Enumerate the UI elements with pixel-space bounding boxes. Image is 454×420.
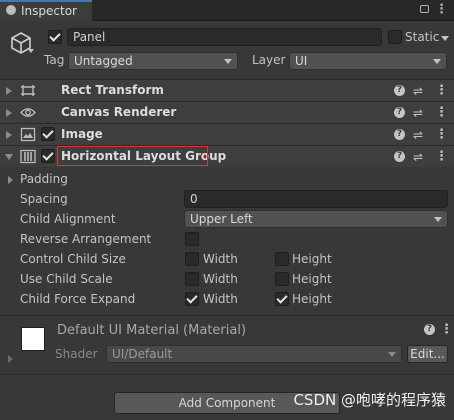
presets-icon[interactable]: ⇌ (413, 106, 423, 120)
kebab-menu-icon[interactable]: ⋮ (435, 2, 448, 17)
component-image[interactable]: Image ? ⇌ ⋮ (0, 123, 454, 145)
eye-icon (20, 108, 36, 117)
reverse-arrangement-label: Reverse Arrangement (20, 232, 152, 246)
use-child-scale-label: Use Child Scale (20, 272, 113, 286)
chevron-down-icon (433, 59, 441, 64)
material-foldout-arrow[interactable] (8, 355, 13, 363)
control-size-width-label: Width (203, 252, 238, 266)
layer-label: Layer (252, 53, 286, 67)
highlight-box (57, 146, 208, 166)
material-divider (0, 315, 454, 316)
child-alignment-label: Child Alignment (20, 212, 116, 226)
bottom-divider (0, 374, 454, 375)
component-actions: ? ⇌ ⋮ (394, 149, 448, 165)
foldout-arrow[interactable] (6, 131, 12, 139)
lock-icon[interactable] (420, 5, 429, 13)
foldout-arrow-expanded[interactable] (5, 154, 13, 160)
spacing-field[interactable]: 0 (184, 190, 448, 208)
use-scale-width-label: Width (203, 272, 238, 286)
material-actions: ? ⋮ (424, 322, 453, 338)
presets-icon[interactable]: ⇌ (413, 150, 423, 164)
tab-title: Inspector (21, 4, 77, 18)
static-checkbox[interactable] (388, 30, 402, 44)
help-icon[interactable]: ? (394, 107, 405, 118)
kebab-menu-icon[interactable]: ⋮ (435, 83, 448, 98)
chevron-down-icon (434, 217, 442, 222)
tab-bar: Inspector ⋮ (0, 0, 454, 21)
tag-value: Untagged (74, 54, 133, 68)
help-icon[interactable]: ? (394, 151, 405, 162)
component-title: Canvas Renderer (61, 105, 177, 119)
force-expand-width-label: Width (203, 292, 238, 306)
chevron-down-icon (388, 352, 396, 357)
shader-value: UI/Default (112, 347, 173, 361)
material-name: Default UI Material (Material) (57, 323, 247, 338)
control-size-height-label: Height (292, 252, 332, 266)
watermark: CSDN @咆哮的程序猿 (293, 391, 446, 409)
layer-dropdown[interactable]: UI (289, 52, 447, 70)
use-scale-width-checkbox[interactable] (185, 272, 199, 286)
tag-dropdown[interactable]: Untagged (68, 52, 238, 70)
child-alignment-dropdown[interactable]: Upper Left (184, 210, 448, 228)
material-preview[interactable] (21, 327, 45, 351)
control-child-size-label: Control Child Size (20, 252, 126, 266)
info-icon (6, 5, 16, 15)
component-actions: ? ⇌ ⋮ (394, 83, 448, 99)
component-enabled-checkbox[interactable] (41, 127, 55, 141)
tab-actions: ⋮ (420, 2, 448, 17)
reverse-arrangement-checkbox[interactable] (185, 232, 199, 246)
padding-foldout-arrow[interactable] (8, 176, 13, 184)
presets-icon[interactable]: ⇌ (413, 84, 423, 98)
foldout-arrow[interactable] (6, 109, 12, 117)
tag-label: Tag (44, 53, 65, 67)
control-size-width-checkbox[interactable] (185, 252, 199, 266)
edit-shader-button[interactable]: Edit... (407, 345, 448, 363)
force-expand-width-checkbox[interactable] (185, 292, 199, 306)
shader-label: Shader (55, 347, 98, 361)
help-icon[interactable]: ? (424, 324, 435, 335)
use-scale-height-checkbox[interactable] (275, 272, 289, 286)
use-scale-height-label: Height (292, 272, 332, 286)
component-title: Image (61, 127, 103, 141)
force-expand-height-checkbox[interactable] (275, 292, 289, 306)
padding-label[interactable]: Padding (20, 172, 68, 186)
shader-dropdown[interactable]: UI/Default (106, 345, 402, 363)
component-actions: ? ⇌ ⋮ (394, 105, 448, 121)
kebab-menu-icon[interactable]: ⋮ (435, 149, 448, 164)
static-label: Static (405, 30, 440, 44)
help-icon[interactable]: ? (394, 129, 405, 140)
kebab-menu-icon[interactable]: ⋮ (435, 127, 448, 142)
object-name-field[interactable]: Panel (67, 28, 382, 46)
tab-inspector[interactable]: Inspector (0, 0, 92, 21)
control-size-height-checkbox[interactable] (275, 252, 289, 266)
foldout-arrow[interactable] (6, 87, 12, 95)
object-icon-dropdown[interactable] (28, 49, 34, 53)
active-checkbox[interactable] (48, 30, 62, 44)
rect-transform-icon (21, 85, 35, 96)
help-icon[interactable]: ? (394, 85, 405, 96)
layer-value: UI (295, 54, 308, 68)
component-actions: ? ⇌ ⋮ (394, 127, 448, 143)
kebab-menu-icon[interactable]: ⋮ (435, 105, 448, 120)
image-icon (20, 127, 36, 142)
child-alignment-value: Upper Left (190, 212, 253, 226)
kebab-menu-icon[interactable]: ⋮ (440, 322, 453, 337)
child-force-expand-label: Child Force Expand (20, 292, 136, 306)
component-enabled-checkbox[interactable] (41, 149, 55, 163)
chevron-down-icon (224, 59, 232, 64)
static-dropdown-arrow[interactable] (441, 36, 449, 41)
presets-icon[interactable]: ⇌ (413, 128, 423, 142)
spacing-label: Spacing (20, 192, 68, 206)
component-rect-transform[interactable]: Rect Transform ? ⇌ ⋮ (0, 79, 454, 101)
horizontal-layout-icon (20, 149, 36, 164)
component-title: Rect Transform (61, 83, 164, 97)
force-expand-height-label: Height (292, 292, 332, 306)
component-canvas-renderer[interactable]: Canvas Renderer ? ⇌ ⋮ (0, 101, 454, 123)
